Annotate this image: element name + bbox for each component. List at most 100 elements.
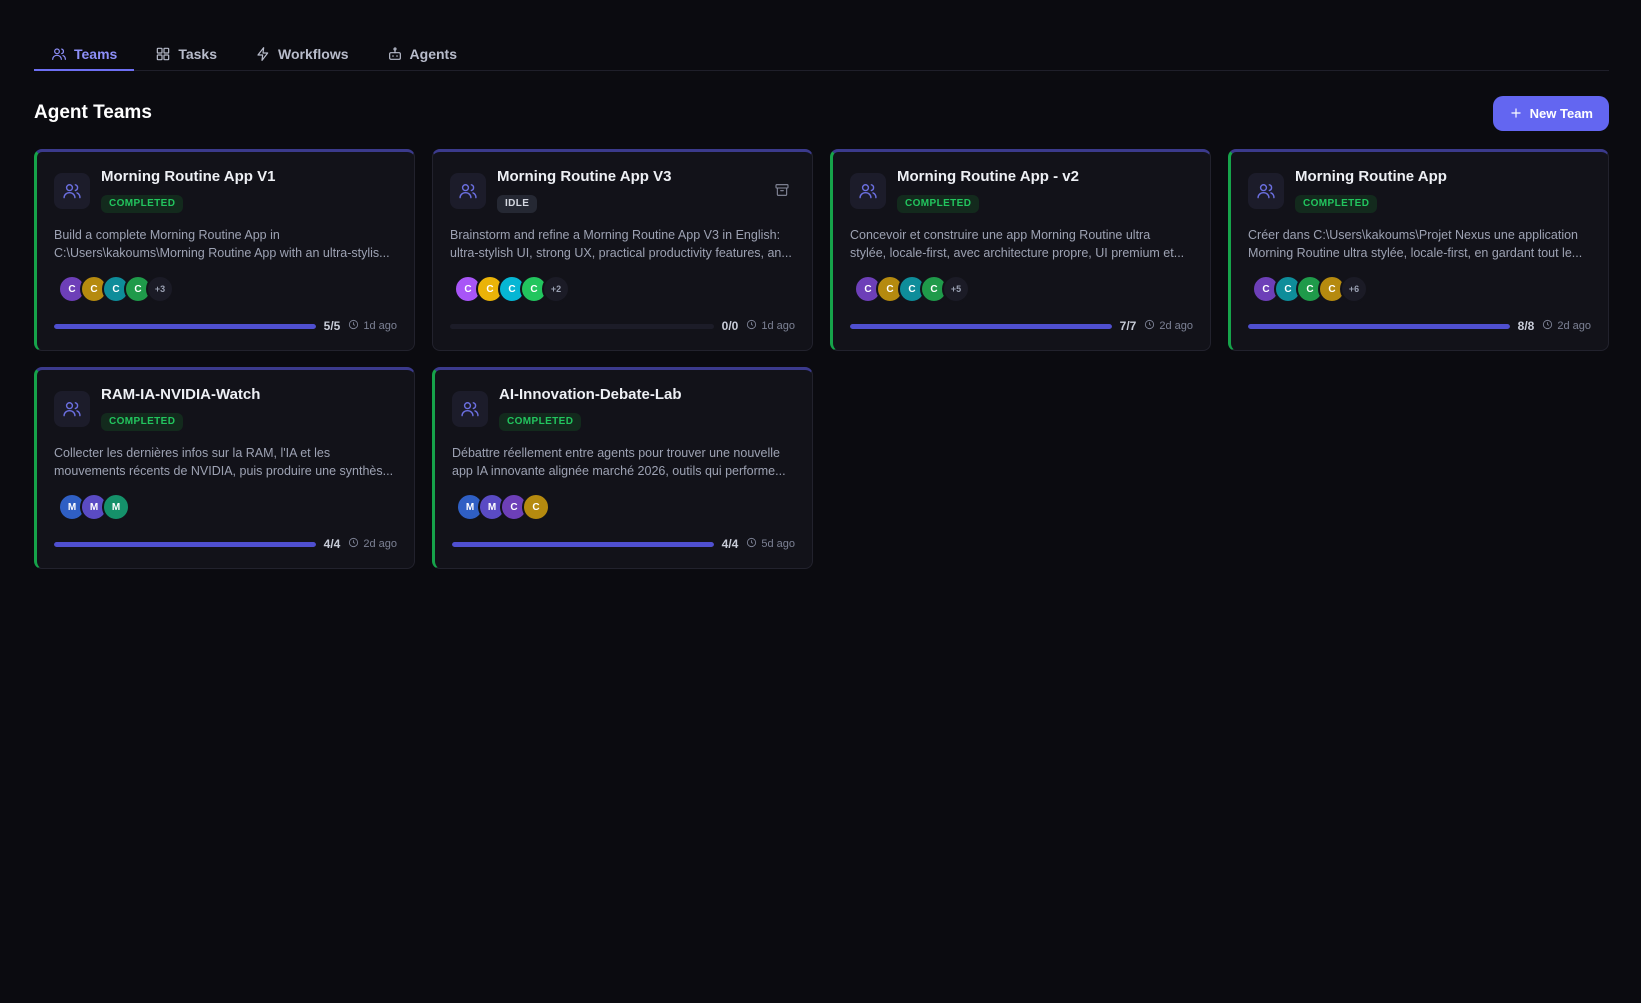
more-agents-badge: +2 — [542, 275, 570, 303]
card-header: Morning Routine App V1 COMPLETED — [54, 167, 397, 213]
clock-icon — [1144, 319, 1155, 333]
description-line: stylée, locale-first, avec architecture … — [850, 246, 1185, 260]
team-description: Débattre réellement entre agents pour tr… — [452, 444, 795, 480]
last-updated: 2d ago — [1542, 319, 1591, 333]
task-count: 7/7 — [1119, 319, 1137, 333]
new-team-button[interactable]: New Team — [1492, 95, 1609, 131]
last-updated: 2d ago — [1144, 319, 1193, 333]
page-header: Agent Teams New Team — [34, 95, 1609, 131]
description-line: Brainstorm and refine a Morning Routine … — [450, 228, 781, 242]
progress-bar — [450, 323, 714, 329]
clock-icon — [746, 537, 757, 551]
progress-fill — [850, 323, 1112, 329]
progress-bar — [452, 541, 714, 547]
description-line: C:\Users\kakoums\Morning Routine App wit… — [54, 246, 390, 260]
team-description: Brainstorm and refine a Morning Routine … — [450, 226, 795, 262]
progress-bar — [54, 323, 316, 329]
users-icon — [52, 48, 66, 60]
agent-avatars: MMCC — [452, 493, 795, 521]
card-footer: 4/4 5d ago — [452, 537, 795, 551]
team-users-icon — [452, 391, 488, 427]
team-users-icon — [450, 173, 486, 209]
tab-tasks[interactable]: Tasks — [138, 38, 234, 70]
description-line: Débattre réellement entre agents pour tr… — [452, 446, 780, 460]
last-updated: 1d ago — [348, 319, 397, 333]
team-card[interactable]: AI-Innovation-Debate-Lab COMPLETED Débat… — [432, 367, 813, 569]
clock-icon — [746, 319, 757, 333]
team-title: Morning Routine App V3 — [497, 168, 672, 185]
progress-bar — [1248, 323, 1510, 329]
team-card[interactable]: Morning Routine App V3 IDLE Brainstorm a… — [432, 149, 813, 351]
archive-icon[interactable] — [774, 182, 790, 198]
team-card[interactable]: Morning Routine App COMPLETED Créer dans… — [1228, 149, 1609, 351]
team-card[interactable]: Morning Routine App V1 COMPLETED Build a… — [34, 149, 415, 351]
card-footer: 7/7 2d ago — [850, 319, 1193, 333]
tab-teams[interactable]: Teams — [34, 38, 135, 71]
tab-label: Workflows — [278, 46, 349, 62]
team-title: RAM-IA-NVIDIA-Watch — [101, 386, 261, 403]
tab-workflows[interactable]: Workflows — [238, 38, 366, 70]
team-description: Collecter les dernières infos sur la RAM… — [54, 444, 397, 480]
team-grid: Morning Routine App V1 COMPLETED Build a… — [34, 149, 1609, 569]
clock-icon — [1542, 319, 1553, 333]
team-title: AI-Innovation-Debate-Lab — [499, 386, 682, 403]
more-agents-badge: +3 — [146, 275, 174, 303]
card-header: Morning Routine App COMPLETED — [1248, 167, 1591, 213]
agent-avatar: C — [522, 493, 550, 521]
last-updated: 5d ago — [746, 537, 795, 551]
status-badge: COMPLETED — [1295, 195, 1378, 213]
team-title: Morning Routine App - v2 — [897, 168, 1079, 185]
status-badge: IDLE — [497, 195, 538, 213]
status-badge: COMPLETED — [499, 413, 582, 431]
tab-agents[interactable]: Agents — [370, 38, 474, 70]
task-count: 8/8 — [1517, 319, 1535, 333]
page-title: Agent Teams — [34, 102, 152, 123]
task-count: 5/5 — [323, 319, 341, 333]
team-title: Morning Routine App — [1295, 168, 1447, 185]
plus-icon — [1510, 108, 1521, 118]
bot-icon — [388, 47, 401, 60]
clock-icon — [348, 537, 359, 551]
team-users-icon — [54, 173, 90, 209]
description-line: app IA innovante alignée marché 2026, ou… — [452, 464, 786, 478]
agent-avatar: M — [102, 493, 130, 521]
grid-icon — [157, 47, 170, 61]
status-badge: COMPLETED — [101, 413, 184, 431]
progress-bar — [850, 323, 1112, 329]
new-team-label: New Team — [1529, 105, 1593, 121]
time-ago: 2d ago — [1557, 320, 1591, 332]
status-badge: COMPLETED — [897, 195, 980, 213]
time-ago: 1d ago — [363, 320, 397, 332]
more-agents-badge: +5 — [942, 275, 970, 303]
team-card[interactable]: RAM-IA-NVIDIA-Watch COMPLETED Collecter … — [34, 367, 415, 569]
team-title: Morning Routine App V1 — [101, 168, 276, 185]
tab-label: Tasks — [178, 46, 217, 62]
task-count: 4/4 — [323, 537, 341, 551]
task-count: 0/0 — [721, 319, 739, 333]
team-description: Build a complete Morning Routine App in … — [54, 226, 397, 262]
last-updated: 2d ago — [348, 537, 397, 551]
more-agents-badge: +6 — [1340, 275, 1368, 303]
last-updated: 1d ago — [746, 319, 795, 333]
card-header: AI-Innovation-Debate-Lab COMPLETED — [452, 385, 795, 431]
agent-avatars: C C C C +3 — [54, 275, 397, 303]
team-users-icon — [54, 391, 90, 427]
description-line: Créer dans C:\Users\kakoums\Projet Nexus… — [1248, 228, 1579, 242]
card-header: RAM-IA-NVIDIA-Watch COMPLETED — [54, 385, 397, 431]
agent-avatars: C C C C +2 — [450, 275, 795, 303]
time-ago: 2d ago — [1159, 320, 1193, 332]
agent-avatars: C C C C +5 — [850, 275, 1193, 303]
description-line: mouvements récents de NVIDIA, puis produ… — [54, 464, 394, 478]
description-line: Morning Routine ultra stylée, locale-fir… — [1248, 246, 1583, 260]
tab-label: Agents — [409, 46, 457, 62]
app-root: Teams Tasks Workflows Agents Agent Teams… — [0, 0, 1641, 1003]
description-line: Build a complete Morning Routine App in — [54, 228, 280, 242]
card-footer: 4/4 2d ago — [54, 537, 397, 551]
status-badge: COMPLETED — [101, 195, 184, 213]
time-ago: 5d ago — [761, 538, 795, 550]
team-card[interactable]: Morning Routine App - v2 COMPLETED Conce… — [830, 149, 1211, 351]
card-header: Morning Routine App V3 IDLE — [450, 167, 795, 213]
task-count: 4/4 — [721, 537, 739, 551]
progress-fill — [1248, 323, 1510, 329]
team-description: Créer dans C:\Users\kakoums\Projet Nexus… — [1248, 226, 1591, 262]
